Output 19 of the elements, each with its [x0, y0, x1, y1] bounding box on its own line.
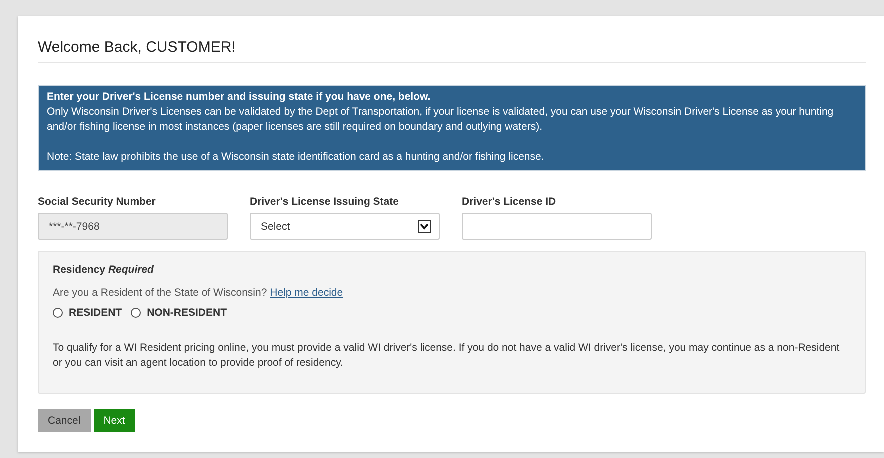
state-dropdown[interactable]: Select [250, 213, 440, 240]
field-label: Driver's License Issuing State [250, 196, 400, 208]
caret-icon [418, 220, 431, 233]
license-id-field[interactable] [462, 213, 652, 240]
banner-note: Note: State law prohibits the use of a Wisconsin state identification card as a hunting and/or fishing license. [47, 150, 546, 165]
next-button[interactable]: Next [94, 409, 136, 432]
ssn-field: ***-**-7968 [38, 213, 228, 240]
field-label: Social Security Number [38, 196, 157, 208]
residency-radio[interactable]: NON-RESIDENT [131, 307, 228, 319]
residency-question: Are you a Resident of the State of Wisconsin? [53, 287, 268, 299]
residency-info: To qualify for a WI Resident pricing online, you must provide a valid WI driver's license. If you do not have a valid WI driver's license, you may continue as a non-Resident or you can visit an agent location to provide proof of residency. [53, 341, 841, 371]
welcome-heading: Welcome Back, CUSTOMER! [38, 30, 866, 63]
residency-radio[interactable]: RESIDENT [53, 307, 122, 319]
banner-title: Enter your Driver's License number and issuing state if you have one, below. [47, 90, 432, 105]
cancel-button[interactable]: Cancel [38, 409, 91, 432]
help-link[interactable]: Help me decide [270, 287, 344, 299]
banner-text: Only Wisconsin Driver's Licenses can be validated by the Dept of Transportation, if your license is validated, you can use your Wisconsin Driver's License as your hunting and/or fishing license in most instances (paper licenses are still required on boundary and outlying waters). [47, 105, 835, 135]
field-label: Driver's License ID [462, 196, 558, 208]
residency-title: Residency Required [53, 264, 155, 276]
